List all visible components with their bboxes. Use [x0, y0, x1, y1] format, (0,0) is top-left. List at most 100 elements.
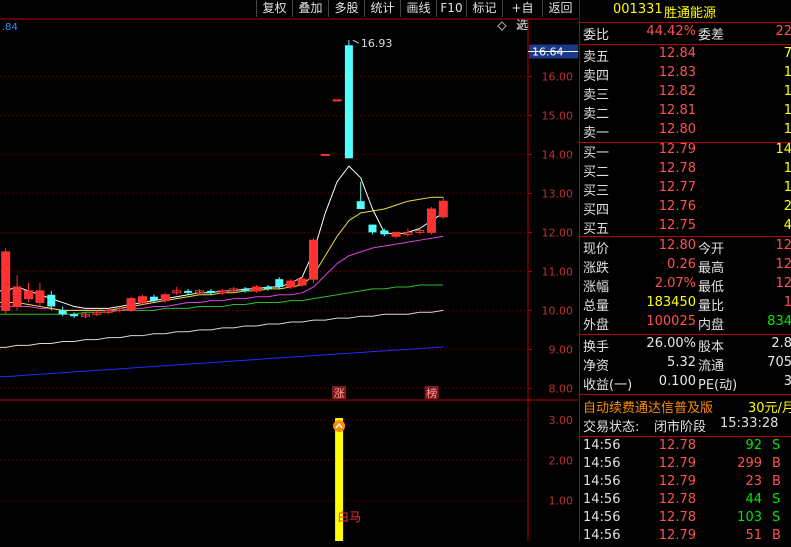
stat2-label: 换手 — [583, 340, 610, 355]
stat-label: 外盘 — [583, 318, 610, 333]
bid-row: 买四 12.76 2 — [580, 199, 791, 218]
candle-body — [206, 290, 215, 293]
bid-row: 买二 12.78 1 — [580, 161, 791, 180]
bid-label: 买四 — [583, 203, 610, 218]
bid-volume: 1 — [783, 161, 791, 176]
stats-row: 涨跌 0.26 最高 12 — [580, 257, 791, 276]
ask-volume: 1 — [783, 65, 791, 80]
indicator-bar-knob — [333, 420, 346, 433]
bid-label: 买一 — [583, 146, 610, 161]
ask-row: 卖三 12.82 1 — [580, 84, 791, 103]
stat-label-2: 最高 — [698, 261, 725, 276]
tick-row: 14:56 12.78 103 S — [580, 510, 791, 529]
high-marker-arrow — [352, 39, 360, 44]
price-tick-label: 9.00 — [549, 343, 574, 356]
ask-volume: 1 — [783, 84, 791, 99]
stat2-value: 0.100 — [658, 374, 696, 389]
stats2-row: 净资 5.32 流通 705 — [580, 355, 791, 374]
price-tick-label: 10.00 — [542, 304, 574, 317]
weibi-value: 44.42% — [646, 24, 696, 39]
stat-value: 183450 — [646, 295, 696, 310]
tick-price: 12.78 — [658, 438, 696, 453]
promo-price[interactable]: 30元/月 — [748, 397, 791, 416]
bid-volume: 2 — [783, 199, 791, 214]
ask-label: 卖二 — [583, 107, 610, 122]
high-marker-label: 16.93 — [361, 37, 393, 50]
toolbar-button-3[interactable]: 统计 — [364, 0, 400, 17]
tick-price: 12.78 — [658, 510, 696, 525]
stat-value: 100025 — [646, 314, 696, 329]
stats-row: 总量 183450 量比 1 — [580, 295, 791, 314]
bid-volume: 1 — [783, 180, 791, 195]
candle-body — [356, 201, 365, 209]
tick-volume: 103 — [737, 510, 762, 525]
bid-label: 买三 — [583, 184, 610, 199]
candle-body — [380, 230, 389, 235]
stat2-label-2: 股本 — [698, 340, 725, 355]
stat2-label: 收益(一) — [583, 378, 633, 393]
stat-value: 2.07% — [654, 276, 696, 291]
promo-text[interactable]: 自动续费通达信普及版 — [583, 397, 713, 416]
toolbar-button-8[interactable]: 返回 — [542, 0, 578, 17]
tick-volume: 44 — [745, 492, 762, 507]
tick-row: 14:56 12.78 44 S — [580, 492, 791, 511]
indicator-label: 白马 — [337, 509, 361, 524]
bid-row: 买五 12.75 4 — [580, 218, 791, 237]
indicator-tick-label: 2.00 — [549, 454, 574, 467]
stock-name: 胜通能源 — [664, 6, 717, 21]
candle-body — [252, 286, 261, 292]
candle-body — [12, 286, 22, 307]
trade-status-value: 闭市阶段 — [654, 420, 707, 435]
candle-body — [427, 208, 436, 233]
ma-line-blue — [0, 346, 444, 378]
candle-body — [1, 251, 11, 311]
candle-body — [309, 239, 318, 280]
weicha-value: 22 — [775, 24, 791, 39]
toolbar-button-1[interactable]: 叠加 — [292, 0, 328, 17]
trade-status-row: 交易状态: 闭市阶段 15:33:28 — [580, 416, 791, 435]
candle-body — [344, 45, 353, 159]
tick-price: 12.79 — [658, 474, 696, 489]
ask-volume: 1 — [783, 122, 791, 137]
kline-chart[interactable]: 16.00 15.00 14.00 13.00 12.00 11.00 10.00 9.00 8… — [0, 18, 578, 541]
candle-body — [368, 224, 377, 233]
candle-body — [263, 286, 272, 289]
toolbar-button-4[interactable]: 画线 — [400, 0, 436, 17]
candle-body — [241, 288, 250, 291]
event-marker-1: 榜 — [426, 386, 437, 400]
price-tick-label: 13.00 — [542, 187, 574, 200]
trade-time: 15:33:28 — [720, 416, 779, 431]
toolbar-button-5[interactable]: F10 — [436, 0, 466, 17]
bid-price: 12.75 — [658, 218, 696, 233]
indicator-tick-label: 1.00 — [549, 495, 574, 508]
stat-label-2: 内盘 — [698, 318, 725, 333]
kline-chart-svg[interactable]: 16.00 15.00 14.00 13.00 12.00 11.00 10.00 9.00 8… — [0, 18, 578, 541]
tick-volume: 23 — [745, 474, 762, 489]
ask-label: 卖一 — [583, 126, 610, 141]
stock-header: 001331 胜通能源 — [580, 0, 791, 21]
diamond-icon — [497, 21, 507, 31]
toolbar-button-7[interactable]: +自选 — [502, 0, 542, 32]
bid-volume: 14 — [775, 142, 791, 157]
price-tick-label: 12.00 — [542, 226, 574, 239]
toolbar-button-6[interactable]: 标记 — [466, 0, 502, 17]
toolbar-button-2[interactable]: 多股 — [328, 0, 364, 17]
tick-time: 14:56 — [583, 510, 621, 525]
toolbar-button-0[interactable]: 复权 — [256, 0, 292, 17]
ma-line-white — [0, 165, 444, 309]
candle-body — [47, 294, 56, 307]
ma-line-yellow — [0, 196, 444, 311]
ask-volume: 7 — [783, 46, 791, 61]
stat2-label-2: 流通 — [698, 359, 725, 374]
stat-value-2: 834 — [767, 314, 791, 329]
bid-price: 12.77 — [658, 180, 696, 195]
stats-row: 涨幅 2.07% 最低 12 — [580, 276, 791, 295]
quote-panel: 001331 胜通能源 委比 44.42% 委差 22 自动续费通达信普及版 3… — [579, 0, 791, 543]
close-icon: ✕ — [515, 20, 524, 33]
tick-row: 14:56 12.79 299 B — [580, 456, 791, 475]
candle-body — [438, 200, 448, 218]
ask-row: 卖四 12.83 1 — [580, 65, 791, 84]
promo-row[interactable]: 自动续费通达信普及版 30元/月 — [580, 397, 791, 416]
top-left-value: .84 — [2, 22, 18, 33]
stat-label-2: 量比 — [698, 299, 725, 314]
